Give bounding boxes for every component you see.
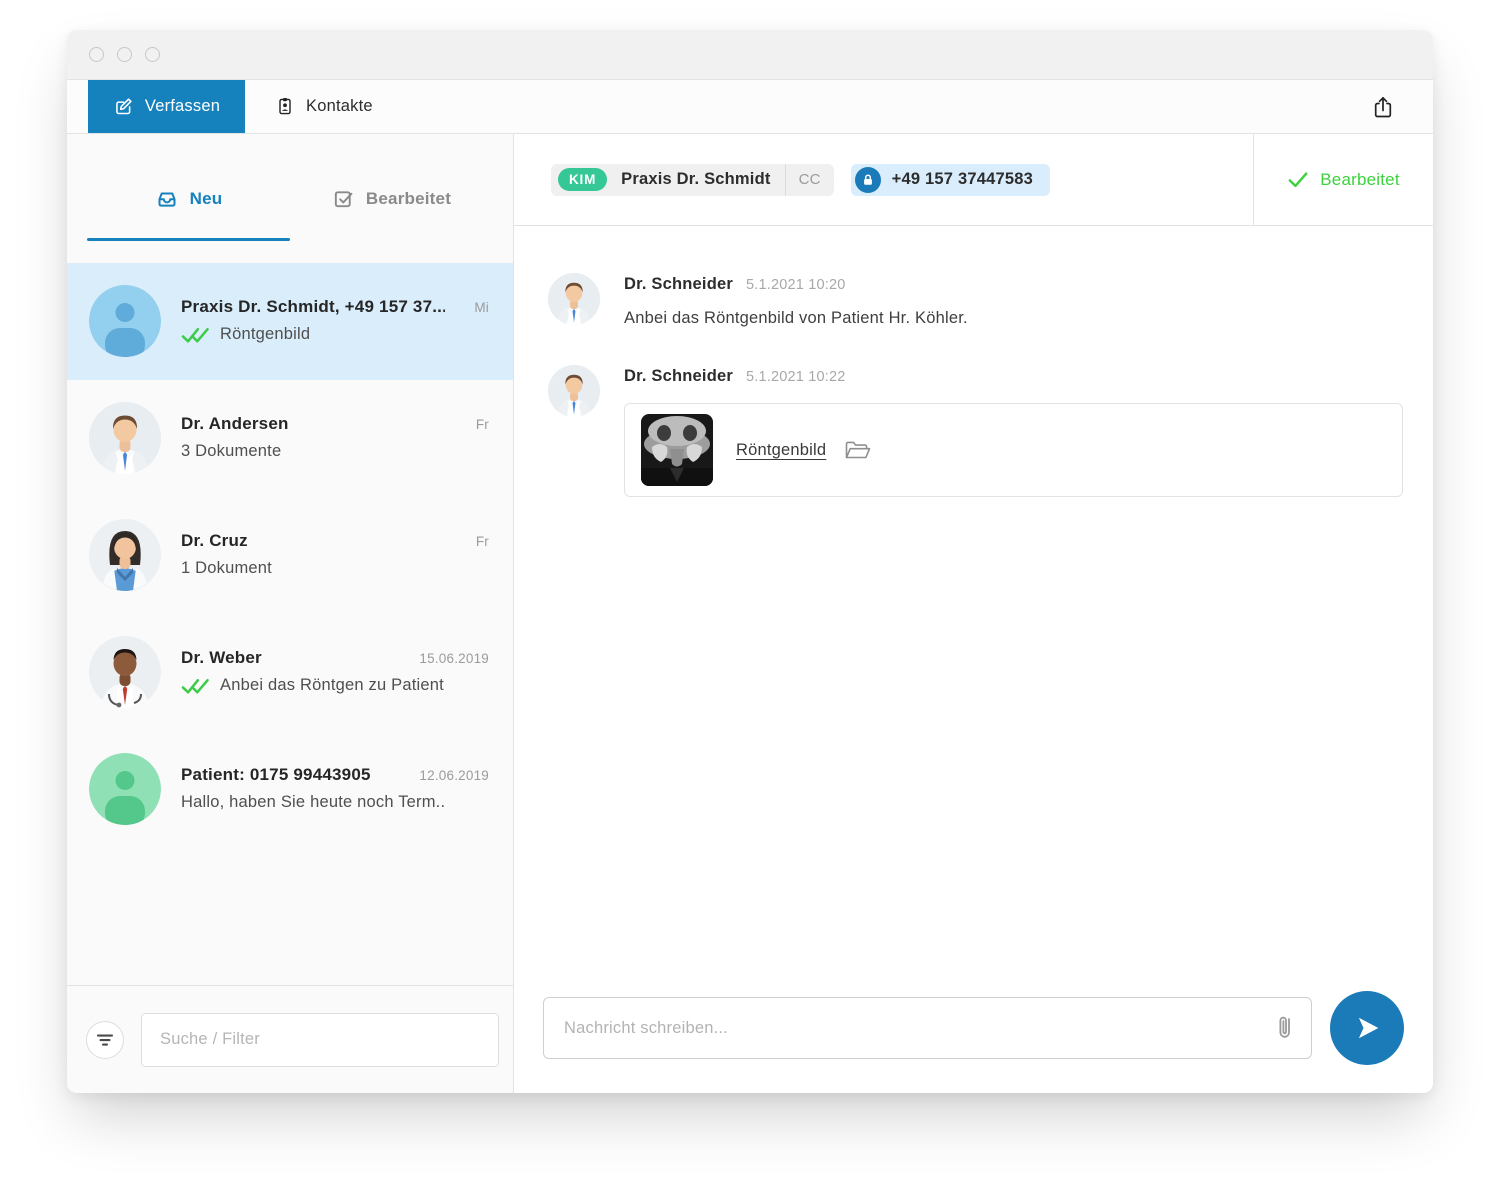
conversation-texts: Praxis Dr. Schmidt, +49 157 37... Röntge… [181, 297, 445, 344]
conversation-preview: Hallo, haben Sie heute noch Term... [181, 793, 445, 812]
sidebar-footer [67, 985, 513, 1093]
recipient-chip[interactable]: KIM Praxis Dr. Schmidt CC [551, 164, 834, 196]
read-receipt-icon [181, 326, 210, 344]
message-text: Anbei das Röntgenbild von Patient Hr. Kö… [624, 309, 1403, 328]
conversation-list-item[interactable]: Dr. Cruz 1 Dokument Fr [67, 497, 513, 614]
read-receipt-icon [181, 677, 210, 695]
share-button[interactable] [1371, 94, 1395, 120]
conversation-texts: Dr. Cruz 1 Dokument [181, 531, 445, 578]
conversation-preview: 1 Dokument [181, 559, 272, 578]
compose-icon [113, 96, 134, 117]
avatar-doctor-male-dark [89, 636, 161, 708]
kim-badge: KIM [558, 168, 607, 191]
composer [543, 997, 1312, 1059]
avatar-person-blue [89, 285, 161, 357]
conversation-texts: Dr. Weber Anbei das Röntgen zu Patient P… [181, 648, 445, 695]
send-button[interactable] [1330, 991, 1404, 1065]
tab-verfassen-label: Verfassen [145, 97, 220, 116]
conversation-time: 12.06.2019 [419, 768, 489, 783]
conversation-title: Dr. Weber [181, 648, 445, 668]
chat-message: Dr. Schneider 5.1.2021 10:20 Anbei das R… [548, 273, 1403, 328]
message-sender: Dr. Schneider [624, 275, 733, 294]
inbox-icon [155, 187, 179, 211]
share-icon [1371, 94, 1395, 120]
phone-chip[interactable]: +49 157 37447583 [851, 164, 1050, 196]
recipient-name: Praxis Dr. Schmidt [607, 170, 784, 189]
tabbar-spacer [403, 80, 1371, 133]
sidebar-tab-bearbeitet-label: Bearbeitet [366, 189, 451, 209]
sidebar-tab-neu-label: Neu [190, 189, 223, 209]
conversation-texts: Patient: 0175 99443905 Hallo, haben Sie … [181, 765, 445, 812]
recipient-chips: KIM Praxis Dr. Schmidt CC +49 157 37447 [514, 134, 1253, 225]
search-input[interactable] [141, 1013, 499, 1067]
avatar-doctor-male-light [548, 273, 600, 325]
avatar-doctor-female [89, 519, 161, 591]
conversation-time: Fr [476, 534, 489, 549]
conversation-sidebar: Neu Bearbeitet [67, 134, 514, 1093]
conversation-time: 15.06.2019 [419, 651, 489, 666]
conversation-preview: Röntgenbild [220, 325, 310, 344]
message-list: Dr. Schneider 5.1.2021 10:20 Anbei das R… [514, 226, 1433, 989]
conversation-title: Dr. Andersen [181, 414, 445, 434]
open-folder-icon[interactable] [844, 440, 872, 461]
conversation-list-item[interactable]: Dr. Andersen 3 Dokumente Fr [67, 380, 513, 497]
filter-button[interactable] [86, 1021, 124, 1059]
message-sender: Dr. Schneider [624, 367, 733, 386]
cc-button[interactable]: CC [786, 171, 834, 188]
avatar-doctor-male-light [548, 365, 600, 417]
conversation-preview: 3 Dokumente [181, 442, 281, 461]
conversation-list-item[interactable]: Praxis Dr. Schmidt, +49 157 37... Röntge… [67, 263, 513, 380]
contacts-icon [275, 96, 295, 117]
app-window: Verfassen Kontakte [67, 30, 1433, 1093]
conversation-list-item[interactable]: Dr. Weber Anbei das Röntgen zu Patient P… [67, 614, 513, 731]
message-timestamp: 5.1.2021 10:22 [746, 369, 846, 385]
send-icon [1347, 1008, 1387, 1048]
conversation-title: Praxis Dr. Schmidt, +49 157 37... [181, 297, 445, 317]
tab-kontakte[interactable]: Kontakte [245, 80, 403, 133]
window-zoom-button[interactable] [145, 47, 160, 62]
chat-header: KIM Praxis Dr. Schmidt CC +49 157 37447 [514, 134, 1433, 226]
conversation-time: Fr [476, 417, 489, 432]
window-titlebar [67, 30, 1433, 80]
tab-kontakte-label: Kontakte [306, 97, 373, 116]
sidebar-tabs: Neu Bearbeitet [67, 134, 513, 263]
lock-icon [855, 167, 881, 193]
message-timestamp: 5.1.2021 10:20 [746, 277, 846, 293]
chat-panel: KIM Praxis Dr. Schmidt CC +49 157 37447 [514, 134, 1433, 1093]
sidebar-tab-bearbeitet[interactable]: Bearbeitet [290, 187, 493, 210]
conversation-title: Patient: 0175 99443905 [181, 765, 445, 785]
xray-thumbnail[interactable] [641, 414, 713, 486]
conversation-list: Praxis Dr. Schmidt, +49 157 37... Röntge… [67, 263, 513, 985]
conversation-texts: Dr. Andersen 3 Dokumente [181, 414, 445, 461]
window-minimize-button[interactable] [117, 47, 132, 62]
filter-icon [96, 1033, 114, 1047]
paperclip-icon [1274, 1014, 1296, 1042]
avatar-person-green [89, 753, 161, 825]
attachment-link[interactable]: Röntgenbild [736, 441, 826, 460]
main-area: Neu Bearbeitet [67, 134, 1433, 1093]
status-badge: Bearbeitet [1320, 170, 1400, 190]
status-check-icon [1287, 170, 1309, 189]
conversation-time: Mi [474, 300, 489, 315]
status-area: Bearbeitet [1253, 134, 1433, 225]
conversation-list-item[interactable]: Patient: 0175 99443905 Hallo, haben Sie … [67, 731, 513, 848]
top-tabbar: Verfassen Kontakte [67, 80, 1433, 134]
avatar-doctor-male-light [89, 402, 161, 474]
composer-area [514, 989, 1433, 1093]
recipient-phone: +49 157 37447583 [892, 170, 1033, 189]
attach-button[interactable] [1274, 1014, 1296, 1042]
tab-verfassen[interactable]: Verfassen [88, 80, 245, 133]
attachment-card[interactable]: Röntgenbild [624, 403, 1403, 497]
conversation-title: Dr. Cruz [181, 531, 445, 551]
chat-message: Dr. Schneider 5.1.2021 10:22 [548, 365, 1403, 497]
check-square-icon [332, 187, 355, 210]
sidebar-tab-neu[interactable]: Neu [87, 187, 290, 211]
message-input[interactable] [564, 1019, 1274, 1038]
window-close-button[interactable] [89, 47, 104, 62]
conversation-preview: Anbei das Röntgen zu Patient Pe... [220, 676, 445, 695]
